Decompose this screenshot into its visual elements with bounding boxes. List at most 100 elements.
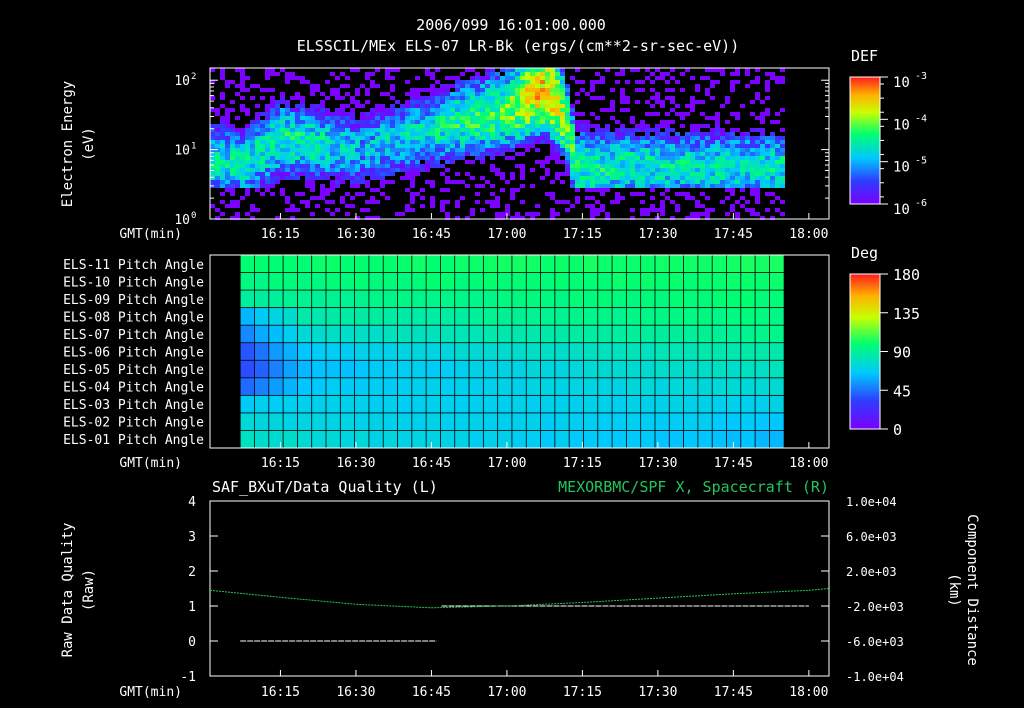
spectrogram-cell xyxy=(285,200,290,204)
pitch-cell xyxy=(769,430,785,449)
spectrogram-cell xyxy=(570,204,575,208)
spectrogram-cell xyxy=(345,176,350,180)
spectrogram-cell xyxy=(280,132,285,136)
spacecraft-x-line xyxy=(209,588,830,609)
pitch-cell xyxy=(397,254,413,274)
spectrogram-cell xyxy=(470,136,475,140)
spectrogram-cell xyxy=(660,176,665,180)
spectrogram-cell xyxy=(730,172,735,176)
spectrogram-cell xyxy=(510,128,515,132)
spectrogram-cell xyxy=(515,80,520,84)
spectrogram-cell xyxy=(340,108,345,112)
spectrogram-cell xyxy=(380,112,385,116)
spectrogram-cell xyxy=(330,168,335,172)
pitch-cell xyxy=(297,254,313,274)
spectrogram-cell xyxy=(615,200,620,204)
spectrogram-cell xyxy=(335,180,340,184)
spectrogram-cell xyxy=(350,120,355,124)
pitch-cell xyxy=(611,289,628,309)
x-tick-label: 17:15 xyxy=(563,456,602,471)
spectrogram-cell xyxy=(570,140,575,144)
spectrogram-cell xyxy=(660,164,665,168)
spectrogram-cell xyxy=(315,196,320,200)
pitch-cell xyxy=(325,272,342,291)
spectrogram-cell xyxy=(670,184,675,188)
spectrogram-cell xyxy=(665,172,670,176)
spectrogram-cell xyxy=(480,144,485,148)
spectrogram-cell xyxy=(555,120,560,124)
pitch-cell xyxy=(325,342,342,362)
pitch-cell xyxy=(711,307,728,326)
pitch-cell xyxy=(554,342,570,362)
y-left-tick-label: 4 xyxy=(188,495,196,510)
spectrogram-cell xyxy=(280,112,285,116)
pitch-cell xyxy=(411,254,427,274)
spectrogram-cell xyxy=(375,124,380,128)
spectrogram-cell xyxy=(515,132,520,136)
spectrogram-cell xyxy=(710,80,715,84)
spectrogram-cell xyxy=(505,92,510,96)
spectrogram-cell xyxy=(290,112,295,116)
spectrogram-cell xyxy=(640,148,645,152)
pitch-cell xyxy=(625,307,642,326)
spectrogram-cell xyxy=(225,164,230,168)
spectrogram-cell xyxy=(225,176,230,180)
spectrogram-cell xyxy=(495,212,500,216)
spectrogram-cell xyxy=(310,128,315,132)
spectrogram-cell xyxy=(650,164,655,168)
spectrogram-cell xyxy=(360,152,365,156)
spectrogram-cell xyxy=(600,96,605,100)
spectrogram-cell xyxy=(420,196,425,200)
spectrogram-cell xyxy=(710,156,715,160)
spectrogram-cell xyxy=(365,172,370,176)
spectrogram-cell xyxy=(490,156,495,160)
spectrogram-cell xyxy=(385,196,390,200)
x-tick-label: 17:00 xyxy=(487,456,526,471)
spectrogram-cell xyxy=(220,140,225,144)
pitch-cell xyxy=(282,394,299,414)
pitch-cell xyxy=(239,377,256,397)
spectrogram-cell xyxy=(605,176,610,180)
spectrogram-cell xyxy=(695,204,700,208)
spectrogram-cell xyxy=(515,88,520,92)
spectrogram-cell xyxy=(695,156,700,160)
spectrogram-cell xyxy=(530,96,535,100)
pitch-cell xyxy=(425,272,442,291)
spectrogram-cell xyxy=(475,192,480,196)
spectrogram-cell xyxy=(755,180,760,184)
spectrogram-cell xyxy=(650,72,655,76)
spectrogram-cell xyxy=(465,136,470,140)
spectrogram-cell xyxy=(235,180,240,184)
spectrogram-cell xyxy=(600,76,605,80)
spectrogram-cell xyxy=(510,120,515,124)
spectrogram-cell xyxy=(550,148,555,152)
spectrogram-cell xyxy=(465,124,470,128)
spectrogram-cell xyxy=(260,148,265,152)
pitch-cell xyxy=(683,359,699,379)
spectrogram-cell xyxy=(225,120,230,124)
spectrogram-cell xyxy=(455,116,460,120)
spectrogram-cell xyxy=(600,128,605,132)
spectrogram-cell xyxy=(285,176,290,180)
spectrogram-cell xyxy=(550,144,555,148)
spectrogram-cell xyxy=(410,100,415,104)
spectrogram-cell xyxy=(400,120,405,124)
spectrogram-cell xyxy=(600,176,605,180)
spectrogram-cell xyxy=(535,80,540,84)
pitch-cell xyxy=(282,359,299,379)
spectrogram-cell xyxy=(570,156,575,160)
spectrogram-cell xyxy=(250,168,255,172)
spectrogram-cell xyxy=(585,168,590,172)
spectrogram-cell xyxy=(445,132,450,136)
spectrogram-cell xyxy=(695,212,700,216)
spectrogram-cell xyxy=(305,152,310,156)
spectrogram-cell xyxy=(440,200,445,204)
spectrogram-cell xyxy=(485,76,490,80)
spectrogram-cell xyxy=(595,72,600,76)
spectrogram-cell xyxy=(300,172,305,176)
spectrogram-cell xyxy=(465,144,470,148)
spectrogram-cell xyxy=(405,116,410,120)
spectrogram-cell xyxy=(440,156,445,160)
spectrogram-cell xyxy=(245,164,250,168)
spectrogram-cell xyxy=(445,112,450,116)
